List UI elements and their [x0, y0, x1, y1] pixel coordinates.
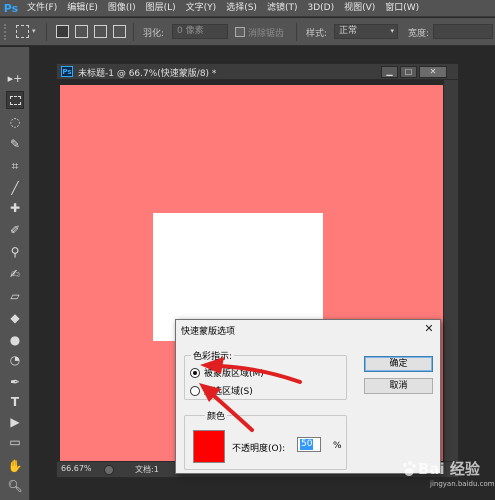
baidu-jingyan-watermark: Bai 经验 jingyan.baidu.com — [400, 458, 495, 498]
history-brush-tool-icon[interactable]: ✍ — [6, 265, 24, 283]
quick-select-tool-icon[interactable]: ✎ — [6, 135, 24, 153]
separator — [133, 23, 134, 41]
watermark-url: jingyan.baidu.com — [430, 480, 495, 488]
tools-panel: ▸+ ◌ ✎ ⌗ ╱ ✚ ✐ ⚲ ✍ ▱ ◆ ● ◔ ✒ T ▶ ▭ ✋ 🔍︎ — [0, 47, 30, 500]
eyedropper-tool-icon[interactable]: ╱ — [6, 179, 24, 197]
clone-stamp-tool-icon[interactable]: ⚲ — [6, 243, 24, 261]
menu-type[interactable]: 文字(Y) — [181, 0, 222, 17]
marquee-tool-icon[interactable] — [6, 91, 24, 109]
type-tool-icon[interactable]: T — [6, 393, 24, 411]
ps-document-icon: Ps — [61, 66, 73, 77]
baidu-paw-icon — [403, 461, 416, 476]
antialias-label: 消除锯齿 — [248, 29, 285, 39]
selected-areas-label: 所选区域(S) — [204, 387, 253, 397]
maximize-button[interactable]: □ — [400, 66, 417, 78]
move-tool-icon[interactable]: ▸+ — [6, 69, 24, 87]
menu-edit[interactable]: 编辑(E) — [62, 0, 103, 17]
menu-select[interactable]: 选择(S) — [221, 0, 262, 17]
opacity-unit: % — [333, 441, 342, 451]
color-indicates-label: 色彩指示: — [191, 349, 235, 362]
feather-label: 羽化: — [143, 29, 165, 39]
chevron-down-icon: ▾ — [390, 27, 394, 35]
crop-tool-icon[interactable]: ⌗ — [6, 157, 24, 175]
lasso-tool-icon[interactable]: ◌ — [6, 113, 24, 131]
feather-input[interactable]: 0 像素 — [172, 24, 228, 39]
minimize-button[interactable]: ▁ — [381, 66, 398, 78]
menu-file[interactable]: 文件(F) — [22, 0, 62, 17]
cancel-button[interactable]: 取消 — [364, 378, 433, 394]
shape-tool-icon[interactable]: ▭ — [6, 433, 24, 451]
antialias-checkbox[interactable] — [235, 27, 245, 37]
opacity-label: 不透明度(O): — [232, 444, 286, 454]
options-bar: ▾ 羽化: 0 像素 消除锯齿 样式: 正常 ▾ 宽度: — [0, 18, 495, 46]
opacity-input[interactable]: 50 — [297, 437, 321, 452]
subtract-selection-icon[interactable] — [94, 25, 107, 38]
selected-areas-radio[interactable] — [190, 385, 200, 396]
zoom-tool-icon[interactable]: 🔍︎ — [6, 477, 24, 495]
pen-tool-icon[interactable]: ✒ — [6, 373, 24, 391]
width-label: 宽度: — [408, 29, 430, 39]
quick-mask-options-dialog: 快速蒙版选项 ✕ 色彩指示: 被蒙版区域(M) 所选区域(S) 颜色 不透明度(… — [175, 319, 441, 474]
menu-bar: Ps 文件(F) 编辑(E) 图像(I) 图层(L) 文字(Y) 选择(S) 滤… — [0, 0, 495, 17]
document-info[interactable]: 文档:1 — [135, 464, 159, 475]
masked-areas-radio[interactable] — [190, 367, 200, 378]
intersect-selection-icon[interactable] — [113, 25, 126, 38]
marquee-preset-icon[interactable] — [16, 25, 29, 38]
eraser-tool-icon[interactable]: ▱ — [6, 287, 24, 305]
hand-tool-icon[interactable]: ✋ — [6, 457, 24, 475]
chevron-down-icon[interactable]: ▾ — [32, 27, 36, 35]
style-label: 样式: — [306, 29, 328, 39]
vertical-scrollbar[interactable] — [444, 80, 458, 461]
add-selection-icon[interactable] — [75, 25, 88, 38]
separator — [296, 23, 297, 41]
width-input[interactable] — [433, 24, 493, 39]
document-title-bar[interactable]: Ps 未标题-1 @ 66.7%(快速蒙版/8) * ▁ □ ✕ — [57, 64, 458, 80]
grip-handle[interactable] — [4, 24, 8, 40]
zoom-level[interactable]: 66.67% — [61, 464, 92, 473]
masked-areas-label: 被蒙版区域(M) — [204, 369, 264, 379]
close-icon[interactable]: ✕ — [422, 323, 436, 335]
menu-filter[interactable]: 滤镜(T) — [262, 0, 303, 17]
menu-view[interactable]: 视图(V) — [339, 0, 380, 17]
brush-tool-icon[interactable]: ✐ — [6, 221, 24, 239]
document-title: 未标题-1 @ 66.7%(快速蒙版/8) * — [78, 69, 217, 79]
healing-brush-tool-icon[interactable]: ✚ — [6, 199, 24, 217]
selected-areas-option[interactable]: 所选区域(S) — [190, 384, 253, 397]
ok-button[interactable]: 确定 — [364, 356, 433, 372]
menu-window[interactable]: 窗口(W) — [380, 0, 424, 17]
style-select[interactable]: 正常 ▾ — [334, 24, 398, 39]
color-group-label: 颜色 — [205, 409, 228, 422]
mask-color-swatch[interactable] — [193, 430, 225, 463]
new-selection-icon[interactable] — [56, 25, 69, 38]
path-select-tool-icon[interactable]: ▶ — [6, 413, 24, 431]
masked-areas-option[interactable]: 被蒙版区域(M) — [190, 366, 264, 379]
dialog-title: 快速蒙版选项 — [181, 327, 236, 337]
watermark-text: Bai 经验 — [418, 460, 480, 478]
style-value: 正常 — [339, 26, 358, 36]
blur-tool-icon[interactable]: ● — [6, 331, 24, 349]
status-info-icon[interactable] — [104, 465, 114, 475]
separator — [46, 23, 47, 41]
menu-image[interactable]: 图像(I) — [103, 0, 141, 17]
paint-bucket-tool-icon[interactable]: ◆ — [6, 309, 24, 327]
dodge-tool-icon[interactable]: ◔ — [6, 351, 24, 369]
menu-3d[interactable]: 3D(D) — [302, 0, 339, 17]
menu-layer[interactable]: 图层(L) — [141, 0, 181, 17]
close-button[interactable]: ✕ — [419, 66, 447, 78]
photoshop-logo: Ps — [3, 1, 19, 15]
opacity-value: 50 — [300, 439, 314, 450]
